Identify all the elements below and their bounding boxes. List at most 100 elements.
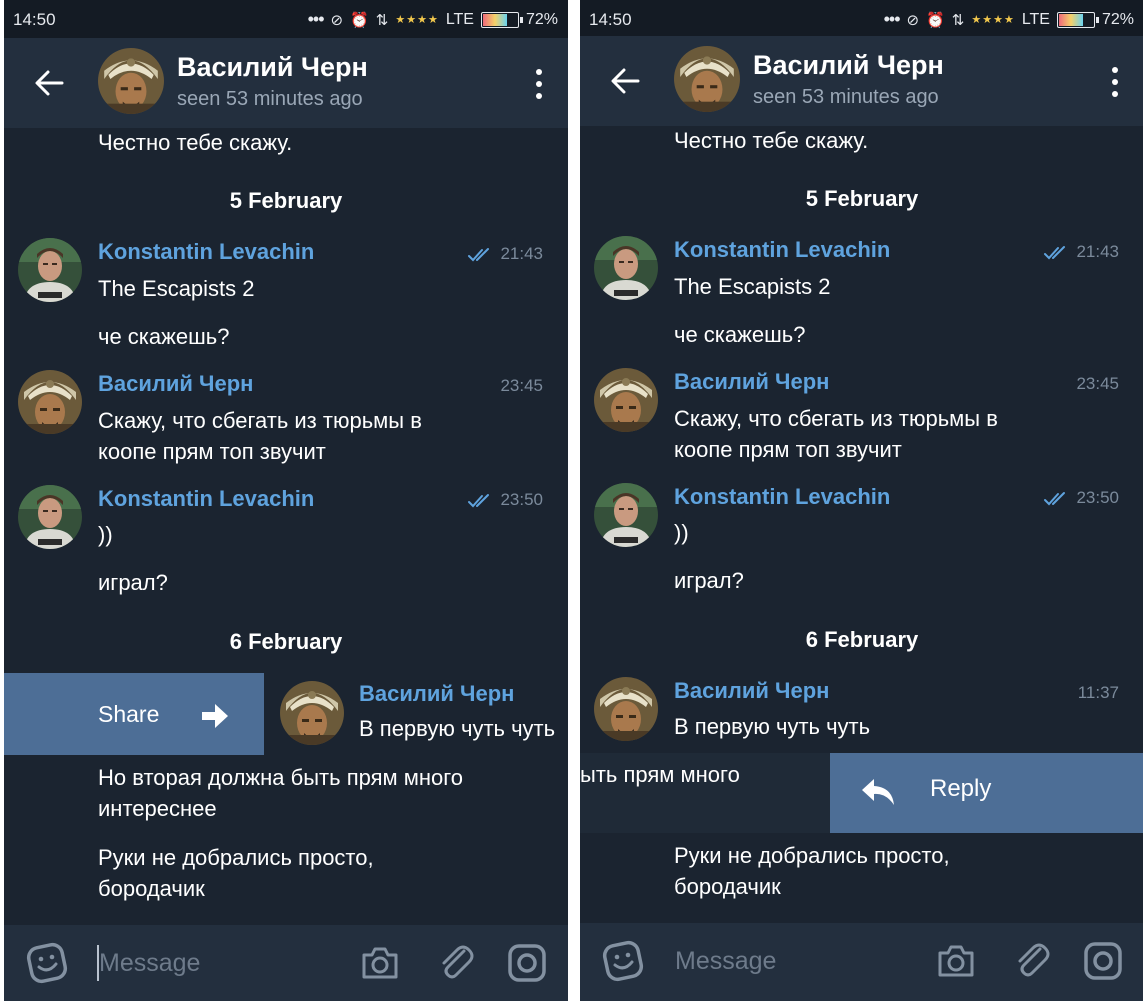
chat-screen-share-swipe: 14:50 ••• ⊘ ⏰ ⇅ ★★★★ LTE 72% Василий Чер… [4,0,568,1001]
chat-title[interactable]: Василий Черн [753,50,944,81]
message-composer: Message [580,923,1143,1001]
double-check-icon [468,248,489,261]
message-text[interactable]: играл? [98,567,168,599]
chat-screen-reply-swipe: 14:50 ••• ⊘ ⏰ ⇅ ★★★★ LTE 72% Василий Чер… [580,0,1143,1001]
battery-icon [1056,11,1099,28]
camera-icon[interactable] [360,943,400,981]
share-label: Share [98,701,160,727]
status-bar: 14:50 ••• ⊘ ⏰ ⇅ ★★★★ LTE 72% [580,0,1143,38]
message-text[interactable]: коопе прям топ звучит [674,434,902,466]
message-time: 23:50 [1076,488,1119,507]
last-seen-status: seen 53 minutes ago [177,88,363,110]
avatar[interactable] [280,681,344,745]
message-time: 21:43 [1076,242,1119,261]
message-author[interactable]: Василий Черн [674,678,829,704]
attach-clip-icon[interactable] [436,941,474,983]
message-text[interactable]: Руки не добрались просто, [98,842,374,874]
message-input[interactable]: Message [675,947,776,976]
camera-icon[interactable] [936,941,976,979]
status-icons: ••• ⊘ ⏰ ⇅ ★★★★ LTE 72% [884,9,1134,30]
reply-label: Reply [930,775,992,802]
message-author[interactable]: Василий Черн [359,681,514,707]
date-separator: 6 February [805,627,919,652]
back-arrow-icon[interactable] [32,66,66,100]
more-vert-icon[interactable] [1110,66,1120,98]
message-text[interactable]: че скажешь? [674,319,805,351]
network-type: LTE [445,10,474,28]
message-text[interactable]: интереснее [98,793,217,825]
message-text[interactable]: Честно тебе скажу. [98,127,292,159]
share-arrow-icon [202,704,228,728]
data-arrows-icon: ⇅ [951,11,965,29]
message-text[interactable]: В первую чуть чуть [359,713,555,745]
emoji-icon[interactable] [602,940,644,982]
avatar[interactable] [18,485,82,549]
emoji-icon[interactable] [26,942,68,984]
more-vert-icon[interactable] [534,68,544,100]
message-text[interactable]: Скажу, что сбегать из тюрьмы в [674,403,998,435]
message-author[interactable]: Konstantin Levachin [98,239,314,265]
battery-level: 72% [525,10,558,28]
data-arrows-icon: ⇅ [375,11,389,29]
message-text[interactable]: бородачик [674,871,781,903]
message-author[interactable]: Konstantin Levachin [674,237,890,263]
date-separator: 6 February [229,629,343,654]
instagram-icon[interactable] [507,943,547,983]
status-time: 14:50 [13,10,56,29]
last-seen-status: seen 53 minutes ago [753,86,939,108]
message-text[interactable]: )) [98,519,113,551]
message-text[interactable]: че скажешь? [98,321,229,353]
message-text[interactable]: бородачик [98,873,205,905]
network-type: LTE [1021,10,1050,28]
share-swipe-action[interactable]: Share [4,673,264,755]
message-input[interactable]: Message [99,949,200,978]
status-icons: ••• ⊘ ⏰ ⇅ ★★★★ LTE 72% [308,9,558,30]
message-text[interactable]: Скажу, что сбегать из тюрьмы в [98,405,422,437]
message-time: 23:50 [500,490,543,509]
stars-decoration-icon: ★★★★ [971,14,1015,26]
avatar[interactable] [18,370,82,434]
avatar[interactable] [594,236,658,300]
message-time: 23:45 [500,376,543,395]
message-text[interactable]: The Escapists 2 [674,271,831,303]
chat-title[interactable]: Василий Черн [177,52,368,83]
message-text[interactable]: Но вторая должна быть прям много [98,762,463,794]
double-check-icon [1044,492,1065,505]
reply-swipe-action[interactable]: Reply [830,753,1143,833]
message-text[interactable]: Честно тебе скажу. [674,125,868,157]
back-arrow-icon[interactable] [608,64,642,98]
message-author[interactable]: Konstantin Levachin [98,486,314,512]
message-time: 11:37 [1077,683,1119,702]
message-text[interactable]: ыть прям много [580,759,740,791]
avatar[interactable] [594,368,658,432]
message-text[interactable]: В первую чуть чуть [674,711,870,743]
message-author[interactable]: Василий Черн [98,371,253,397]
avatar[interactable] [18,238,82,302]
instagram-icon[interactable] [1083,941,1123,981]
date-separator: 5 February [229,188,343,213]
avatar[interactable] [594,483,658,547]
avatar[interactable] [98,48,164,114]
message-text[interactable]: Руки не добрались просто, [674,840,950,872]
notification-dots-icon: ••• [307,9,325,29]
chat-header: Василий Черн seen 53 minutes ago [4,38,568,128]
message-time: 23:45 [1076,374,1119,393]
avatar[interactable] [674,46,740,112]
message-text[interactable]: играл? [674,565,744,597]
silent-icon: ⊘ [330,11,344,29]
message-time: 21:43 [500,244,543,263]
double-check-icon [468,494,489,507]
silent-icon: ⊘ [906,11,920,29]
message-author[interactable]: Konstantin Levachin [674,484,890,510]
swiped-message-row[interactable]: ыть прям много Reply [580,753,1143,833]
avatar[interactable] [594,677,658,741]
alarm-icon: ⏰ [926,11,945,29]
message-text[interactable]: коопе прям топ звучит [98,436,326,468]
message-author[interactable]: Василий Черн [674,369,829,395]
message-text[interactable]: The Escapists 2 [98,273,255,305]
message-text[interactable]: )) [674,517,689,549]
swiped-message-row[interactable]: Share Василий Черн В первую чуть чуть [4,673,568,755]
attach-clip-icon[interactable] [1012,939,1050,981]
status-bar: 14:50 ••• ⊘ ⏰ ⇅ ★★★★ LTE 72% [4,0,568,38]
chat-header: Василий Черн seen 53 minutes ago [580,36,1143,126]
